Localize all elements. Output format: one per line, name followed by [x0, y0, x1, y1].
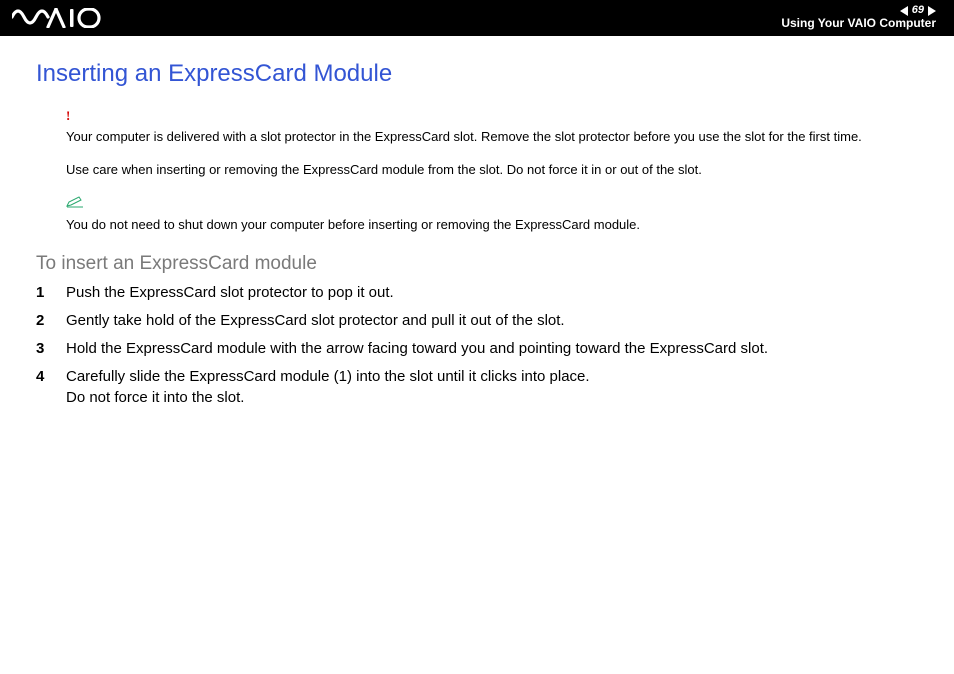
step-text: Carefully slide the ExpressCard module (…: [66, 367, 920, 408]
warning-text-2: Use care when inserting or removing the …: [66, 160, 920, 180]
step-item: 4 Carefully slide the ExpressCard module…: [36, 367, 920, 408]
procedure-steps: 1 Push the ExpressCard slot protector to…: [36, 283, 920, 408]
header-right: 69 Using Your VAIO Computer: [781, 5, 936, 30]
procedure-subhead: To insert an ExpressCard module: [36, 253, 920, 275]
step-number: 4: [36, 367, 66, 408]
warning-block: ! Your computer is delivered with a slot…: [36, 106, 920, 180]
page-nav: 69: [781, 5, 936, 16]
step-item: 3 Hold the ExpressCard module with the a…: [36, 339, 920, 359]
nav-prev-icon[interactable]: [900, 6, 908, 16]
section-name: Using Your VAIO Computer: [781, 17, 936, 30]
step-text: Push the ExpressCard slot protector to p…: [66, 283, 920, 303]
step-item: 1 Push the ExpressCard slot protector to…: [36, 283, 920, 303]
page-title: Inserting an ExpressCard Module: [36, 60, 920, 88]
step-number: 1: [36, 283, 66, 303]
warning-text-1: Your computer is delivered with a slot p…: [66, 127, 920, 147]
vaio-logo-svg: [12, 8, 102, 28]
header-bar: 69 Using Your VAIO Computer: [0, 0, 954, 36]
note-text: You do not need to shut down your comput…: [66, 215, 920, 235]
warning-icon: !: [66, 106, 920, 126]
step-text: Hold the ExpressCard module with the arr…: [66, 339, 920, 359]
page-number: 69: [912, 5, 924, 16]
nav-next-icon[interactable]: [928, 6, 936, 16]
step-number: 2: [36, 311, 66, 331]
step-number: 3: [36, 339, 66, 359]
note-block: You do not need to shut down your comput…: [36, 194, 920, 235]
step-text: Gently take hold of the ExpressCard slot…: [66, 311, 920, 331]
note-pencil-icon: [66, 194, 84, 214]
step-item: 2 Gently take hold of the ExpressCard sl…: [36, 311, 920, 331]
vaio-logo: [12, 7, 102, 29]
content-area: Inserting an ExpressCard Module ! Your c…: [0, 36, 954, 408]
